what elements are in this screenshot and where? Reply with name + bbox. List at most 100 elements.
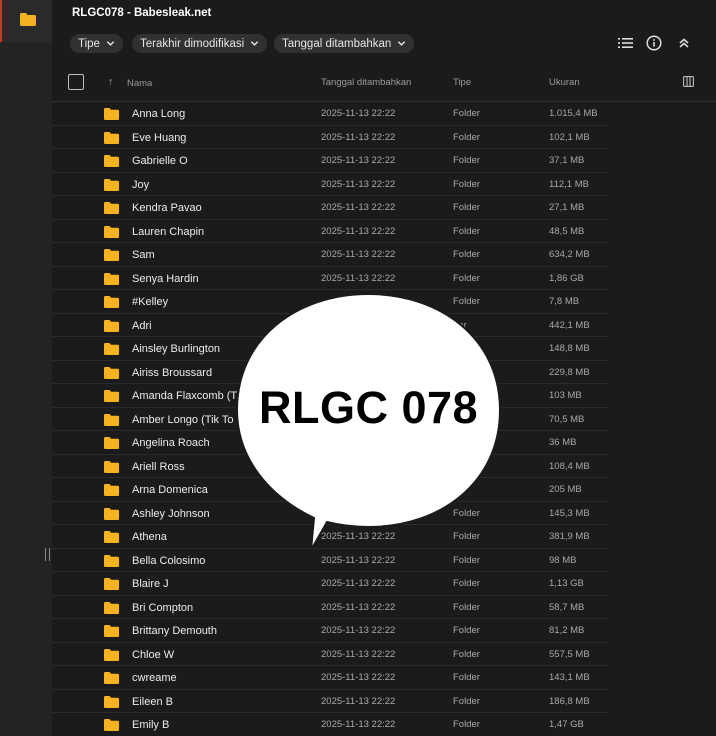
row-name[interactable]: Emily B [132,719,169,731]
row-name[interactable]: Anna Long [132,108,185,120]
table-row[interactable]: Sam 2025-11-13 22:22 Folder 634,2 MB [52,243,608,267]
column-type[interactable]: Tipe [453,77,471,88]
row-name[interactable]: Amber Longo (Tik To [132,414,234,426]
row-name[interactable]: Ainsley Burlington [132,343,220,355]
table-row[interactable]: Lauren Chapin 2025-11-13 22:22 Folder 48,5 … [52,220,608,243]
row-type: Folder [453,719,480,730]
table-row[interactable]: Kendra Pavao 2025-11-13 22:22 Folder 27,1 M… [52,196,608,220]
row-name[interactable]: Senya Hardin [132,273,199,285]
row-size: 205 MB [549,484,582,495]
info-button[interactable] [645,34,663,52]
table-row[interactable]: Bella Colosimo 2025-11-13 22:22 Folder 98 M… [52,549,608,572]
row-date: 2025-11-13 22:22 [321,625,396,636]
table-row[interactable]: Gabrielle O 2025-11-13 22:22 Folder 37,1 MB [52,149,608,173]
row-name[interactable]: Chloe W [132,649,174,661]
row-type: Folder [453,178,480,190]
row-type: Folder [453,225,480,237]
row-size: 1,86 GB [549,272,584,284]
resize-handle[interactable] [45,548,50,561]
table-row[interactable]: Chloe W 2025-11-13 22:22 Folder 557,5 MB [52,643,608,666]
chevron-down-icon [251,41,259,46]
row-name[interactable]: Lauren Chapin [132,226,204,238]
row-type: Folder [453,249,480,260]
filter-added-chip[interactable]: Tanggal ditambahkan [274,34,415,53]
folder-icon [104,672,119,684]
row-name[interactable]: Gabrielle O [132,155,188,167]
folder-icon [20,13,36,26]
overlay-text: RLGC 078 [258,382,479,433]
table-row[interactable]: Emily B 2025-11-13 22:22 Folder 1,47 GB [52,713,608,736]
table-row[interactable]: Blaire J 2025-11-13 22:22 Folder 1,13 GB [52,572,608,596]
row-date: 2025-11-13 22:22 [321,601,396,613]
table-header: ↑ Nama Tanggal ditambahkan Tipe Ukuran [52,66,716,102]
select-all-checkbox[interactable] [68,74,84,90]
row-type: Folder [453,625,480,636]
column-date-added[interactable]: Tanggal ditambahkan [321,77,411,88]
row-size: 634,2 MB [549,249,590,260]
chevron-down-icon [398,41,406,46]
collapse-button[interactable] [675,34,693,52]
filter-label: Tanggal ditambahkan [282,37,392,50]
row-name[interactable]: #Kelley [132,296,168,308]
row-name[interactable]: Bri Compton [132,602,193,614]
row-name[interactable]: Sam [132,249,155,261]
row-type: Folder [453,672,480,683]
row-name[interactable]: Angelina Roach [132,437,210,449]
row-name[interactable]: Arna Domenica [132,484,208,496]
row-name[interactable]: Athena [132,531,167,543]
table-row[interactable]: Joy 2025-11-13 22:22 Folder 112,1 MB [52,173,608,196]
folder-icon [104,507,119,520]
row-name[interactable]: Brittany Demouth [132,625,217,637]
row-name[interactable]: Joy [132,179,149,191]
row-name[interactable]: cwreame [132,672,177,684]
page-title: RLGC078 - Babesleak.net [72,7,212,19]
table-row[interactable]: Bri Compton 2025-11-13 22:22 Folder 58,7 MB [52,596,608,619]
filter-type-chip[interactable]: Tipe [70,34,123,53]
row-name[interactable]: Amanda Flaxcomb (T [132,390,237,402]
row-name[interactable]: Airiss Broussard [132,367,212,379]
row-size: 37,1 MB [549,155,585,166]
table-row[interactable]: Eve Huang 2025-11-13 22:22 Folder 102,1 MB [52,126,608,149]
row-date: 2025-11-13 22:22 [321,719,396,730]
column-size[interactable]: Ukuran [549,77,580,88]
row-size: 108,4 MB [549,460,590,472]
row-size: 102,1 MB [549,131,590,143]
rail-folder-tab[interactable] [0,0,52,42]
row-size: 58,7 MB [549,601,585,613]
row-date: 2025-11-13 22:22 [321,648,396,660]
row-name[interactable]: Ashley Johnson [132,508,210,520]
row-size: 1.015,4 MB [549,108,598,119]
filter-modified-chip[interactable]: Terakhir dimodifikasi [132,34,268,53]
folder-icon [104,390,119,402]
table-row[interactable]: Eileen B 2025-11-13 22:22 Folder 186,8 MB [52,690,608,713]
folder-icon [104,296,119,308]
table-row[interactable]: Brittany Demouth 2025-11-13 22:22 Folder 81… [52,619,608,643]
row-size: 27,1 MB [549,202,585,213]
folder-icon [104,178,119,191]
row-name[interactable]: Adri [132,320,152,332]
sort-up-icon[interactable]: ↑ [108,76,114,88]
row-name[interactable]: Kendra Pavao [132,202,202,214]
table-row[interactable]: Senya Hardin 2025-11-13 22:22 Folder 1,86 G… [52,267,608,290]
folder-icon [104,366,119,379]
table-row[interactable]: cwreame 2025-11-13 22:22 Folder 143,1 MB [52,666,608,690]
column-name[interactable]: Nama [127,78,152,89]
folder-icon [104,272,119,285]
columns-icon[interactable] [683,76,694,87]
row-size: 70,5 MB [549,413,585,425]
row-name[interactable]: Blaire J [132,578,169,590]
row-size: 229,8 MB [549,366,590,378]
row-size: 7,8 MB [549,296,580,307]
folder-icon [104,225,119,238]
folder-icon [104,719,119,731]
list-view-button[interactable] [616,34,634,52]
row-name[interactable]: Eileen B [132,696,173,708]
row-name[interactable]: Ariell Ross [132,461,185,473]
collapse-icon [679,38,689,48]
row-type: Folder [453,272,480,284]
row-date: 2025-11-13 22:22 [321,695,396,707]
row-name[interactable]: Eve Huang [132,132,186,144]
table-row[interactable]: Anna Long 2025-11-13 22:22 Folder 1.015,4 M… [52,102,608,126]
row-name[interactable]: Bella Colosimo [132,555,205,567]
folder-icon [104,648,119,661]
